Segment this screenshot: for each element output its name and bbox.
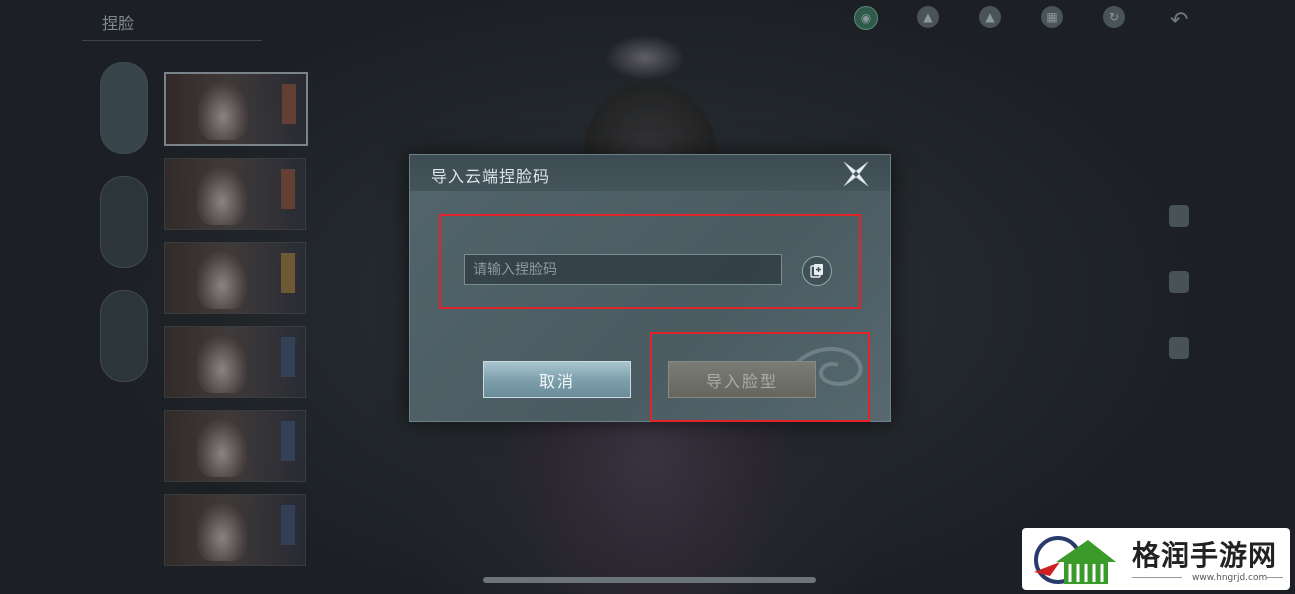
watermark-logo [1034, 536, 1116, 584]
watermark-divider [1132, 577, 1182, 578]
right-toolbar [1162, 205, 1196, 403]
screen-title: 捏脸 [82, 10, 262, 41]
character-card[interactable] [164, 410, 306, 482]
character-card[interactable] [164, 72, 308, 146]
face-icon[interactable]: ◉ [840, 6, 892, 48]
close-x-icon [843, 161, 869, 187]
right-tool-icon[interactable] [1162, 337, 1196, 385]
character-card[interactable] [164, 494, 306, 566]
cloud-download-icon[interactable]: ▲ [964, 6, 1016, 48]
watermark-divider [1267, 577, 1283, 578]
paste-button[interactable] [802, 256, 832, 286]
left-tab-2[interactable] [100, 176, 148, 268]
site-watermark: 格润手游网 www.hngrjd.com [1022, 528, 1290, 590]
cloud-upload-icon[interactable]: ▲ [902, 6, 954, 48]
cancel-button[interactable]: 取消 [483, 361, 631, 398]
character-card[interactable] [164, 326, 306, 398]
gallery-icon[interactable]: ▦ [1026, 6, 1078, 48]
screen-title-text: 捏脸 [102, 14, 135, 33]
character-card[interactable] [164, 242, 306, 314]
character-card[interactable] [164, 158, 306, 230]
reset-icon[interactable]: ↻ [1088, 6, 1140, 48]
right-tool-icon[interactable] [1162, 271, 1196, 319]
character-preset-list [164, 72, 314, 578]
import-face-button[interactable]: 导入脸型 [668, 361, 816, 398]
top-toolbar: ◉ ▲ ▲ ▦ ↻ [840, 6, 1140, 48]
back-arrow-icon[interactable]: ↶ [1170, 8, 1206, 34]
dialog-title: 导入云端捏脸码 [431, 167, 551, 186]
import-face-code-dialog: 导入云端捏脸码 取消 导入脸型 [409, 154, 891, 422]
watermark-url: www.hngrjd.com [1192, 573, 1268, 583]
face-code-input[interactable] [464, 254, 782, 285]
home-indicator-bar[interactable] [483, 577, 816, 583]
left-tab-3[interactable] [100, 290, 148, 382]
watermark-name: 格润手游网 [1132, 539, 1278, 572]
left-tab-1[interactable] [100, 62, 148, 154]
right-tool-icon[interactable] [1162, 205, 1196, 253]
paste-icon [810, 264, 823, 278]
character-hairpin [605, 35, 685, 80]
close-button[interactable] [841, 159, 871, 189]
left-category-tabs [100, 62, 150, 382]
